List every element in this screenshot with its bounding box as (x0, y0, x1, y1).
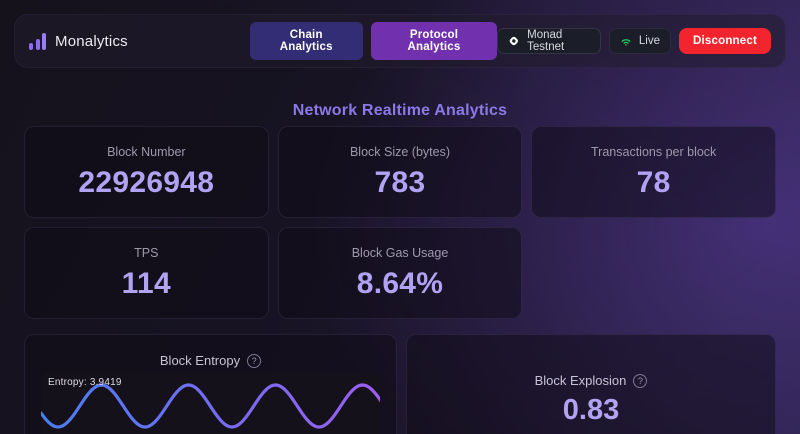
block-explosion-card: Block Explosion ? 0.83 (406, 334, 776, 434)
stat-value: 8.64% (357, 267, 444, 301)
app-background: { "navbar": { "brand": "Monalytics", "ch… (0, 0, 800, 434)
entropy-overlay-label: Entropy: 3.9419 (48, 377, 122, 388)
disconnect-button[interactable]: Disconnect (679, 28, 771, 54)
live-badge: Live (609, 28, 671, 54)
stat-label: Block Number (107, 145, 186, 159)
stat-label: TPS (134, 246, 158, 260)
block-explosion-value: 0.83 (563, 394, 619, 427)
stats-row-1: Block Number 22926948 Block Size (bytes)… (24, 126, 776, 218)
stat-card-transactions-per-block: Transactions per block 78 (531, 126, 776, 218)
stat-card-block-number: Block Number 22926948 (24, 126, 269, 218)
stat-value: 78 (637, 166, 671, 200)
bar-chart-logo-icon (29, 33, 46, 50)
monad-logo-icon (508, 34, 520, 48)
live-badge-label: Live (639, 35, 660, 47)
wifi-signal-icon (620, 35, 632, 47)
stat-value: 22926948 (78, 166, 214, 200)
protocol-analytics-button[interactable]: Protocol Analytics (371, 22, 498, 60)
entropy-chart: Entropy: 3.9419 (41, 373, 380, 434)
stat-label: Transactions per block (591, 145, 716, 159)
help-icon[interactable]: ? (247, 354, 261, 368)
empty-grid-slot (531, 227, 776, 319)
bottom-row: Block Entropy ? Entropy: 3.9419 (24, 334, 776, 434)
network-badge[interactable]: Monad Testnet (497, 28, 600, 54)
navbar: Monalytics Chain Analytics Protocol Anal… (14, 14, 786, 68)
brand-name: Monalytics (55, 33, 128, 50)
page-title: Network Realtime Analytics (24, 102, 776, 120)
stat-value: 783 (375, 166, 426, 200)
network-badge-label: Monad Testnet (527, 29, 590, 53)
stat-card-block-size: Block Size (bytes) 783 (278, 126, 523, 218)
nav-tabs: Chain Analytics Protocol Analytics (250, 22, 498, 60)
block-entropy-card: Block Entropy ? Entropy: 3.9419 (24, 334, 397, 434)
chain-analytics-button[interactable]: Chain Analytics (250, 22, 363, 60)
block-entropy-title: Block Entropy (160, 353, 240, 368)
help-icon[interactable]: ? (633, 374, 647, 388)
stat-label: Block Gas Usage (352, 246, 449, 260)
stat-card-block-gas-usage: Block Gas Usage 8.64% (278, 227, 523, 319)
stat-card-tps: TPS 114 (24, 227, 269, 319)
brand[interactable]: Monalytics (29, 33, 128, 50)
stat-value: 114 (122, 267, 171, 301)
block-explosion-title: Block Explosion (535, 373, 627, 388)
stats-row-2: TPS 114 Block Gas Usage 8.64% (24, 227, 776, 319)
main-content: Network Realtime Analytics Block Number … (24, 68, 776, 434)
stat-label: Block Size (bytes) (350, 145, 450, 159)
navbar-right: Monad Testnet Live Disconnect (497, 28, 771, 54)
